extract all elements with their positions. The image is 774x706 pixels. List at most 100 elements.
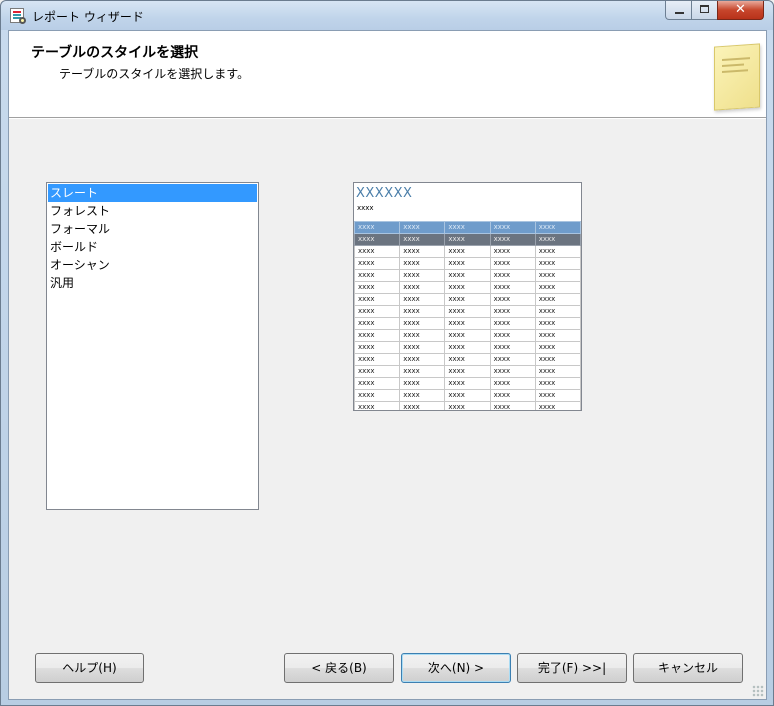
preview-cell: xxxx: [489, 305, 536, 318]
preview-cell: xxxx: [444, 353, 491, 366]
preview-cell: xxxx: [354, 233, 401, 246]
preview-row: xxxx xxxx xxxx xxxx xxxx: [354, 353, 581, 366]
preview-cell: xxxx: [399, 257, 446, 270]
preview-row: xxxx xxxx xxxx xxxx xxxx: [354, 245, 581, 258]
preview-cell: xxxx: [489, 269, 536, 282]
preview-cell: xxxx: [489, 389, 536, 402]
preview-row: xxxx xxxx xxxx xxxx xxxx: [354, 293, 581, 306]
preview-cell: xxxx: [399, 401, 446, 410]
preview-row: xxxx xxxx xxxx xxxx xxxx: [354, 269, 581, 282]
preview-cell: xxxx: [489, 317, 536, 330]
preview-cell: xxxx: [444, 233, 491, 246]
style-list-item[interactable]: スレート: [48, 184, 257, 202]
preview-cell: xxxx: [489, 365, 536, 378]
back-button[interactable]: < 戻る(B): [284, 653, 394, 683]
preview-cell: xxxx: [399, 305, 446, 318]
style-list-item[interactable]: 汎用: [48, 274, 257, 292]
preview-cell: xxxx: [354, 365, 401, 378]
wizard-window: レポート ウィザード ✕ テーブルのスタイルを選択 テーブルのスタイルを選択しま…: [0, 0, 774, 706]
preview-cell: xxxx: [444, 365, 491, 378]
preview-cell: xxxx: [444, 317, 491, 330]
preview-cell: xxxx: [444, 293, 491, 306]
preview-cell: xxxx: [534, 257, 581, 270]
style-list-item[interactable]: フォーマル: [48, 220, 257, 238]
minimize-button[interactable]: [665, 1, 692, 20]
preview-cell: xxxx: [534, 401, 581, 410]
preview-header-row: xxxx xxxx xxxx xxxx xxxx: [354, 233, 581, 246]
preview-cell: xxxx: [399, 329, 446, 342]
maximize-button[interactable]: [691, 1, 718, 20]
preview-table: xxxx xxxx xxxx xxxx xxxx xxxx xxxx xxxx xxxx xxxx…: [354, 221, 581, 410]
style-list-item[interactable]: オーシャン: [48, 256, 257, 274]
preview-cell: xxxx: [534, 353, 581, 366]
preview-title: XXXXXX: [356, 186, 413, 201]
preview-cell: xxxx: [399, 377, 446, 390]
preview-cell: xxxx: [489, 281, 536, 294]
preview-cell: xxxx: [489, 233, 536, 246]
preview-cell: xxxx: [489, 377, 536, 390]
style-list-item[interactable]: フォレスト: [48, 202, 257, 220]
preview-cell: xxxx: [354, 257, 401, 270]
finish-button[interactable]: 完了(F) >>|: [517, 653, 627, 683]
title-bar[interactable]: レポート ウィザード ✕: [1, 1, 773, 30]
preview-cell: xxxx: [354, 269, 401, 282]
preview-cell: xxxx: [354, 353, 401, 366]
preview-cell: xxxx: [534, 221, 581, 234]
preview-cell: xxxx: [354, 245, 401, 258]
preview-cell: xxxx: [399, 341, 446, 354]
preview-cell: xxxx: [444, 305, 491, 318]
wizard-body: テーブルのスタイルを選択 テーブルのスタイルを選択します。 スレート フォレストフ…: [8, 30, 767, 700]
preview-cell: xxxx: [444, 269, 491, 282]
preview-row: xxxx xxxx xxxx xxxx xxxx: [354, 317, 581, 330]
preview-cell: xxxx: [399, 269, 446, 282]
preview-cell: xxxx: [444, 329, 491, 342]
preview-cell: xxxx: [354, 329, 401, 342]
preview-cell: xxxx: [354, 401, 401, 410]
preview-cell: xxxx: [399, 245, 446, 258]
preview-cell: xxxx: [354, 317, 401, 330]
preview-cell: xxxx: [399, 389, 446, 402]
style-list-item[interactable]: ボールド: [48, 238, 257, 256]
preview-cell: xxxx: [534, 341, 581, 354]
preview-cell: xxxx: [399, 221, 446, 234]
preview-row: xxxx xxxx xxxx xxxx xxxx: [354, 401, 581, 410]
close-button[interactable]: ✕: [717, 1, 764, 20]
preview-cell: xxxx: [534, 305, 581, 318]
preview-cell: xxxx: [534, 377, 581, 390]
window-title: レポート ウィザード: [32, 10, 144, 24]
maximize-icon: [700, 5, 709, 13]
preview-cell: xxxx: [534, 245, 581, 258]
preview-row: xxxx xxxx xxxx xxxx xxxx: [354, 257, 581, 270]
preview-cell: xxxx: [534, 317, 581, 330]
next-button[interactable]: 次へ(N) >: [401, 653, 511, 683]
minimize-icon: [675, 12, 684, 14]
preview-cell: xxxx: [444, 377, 491, 390]
preview-cell: xxxx: [489, 329, 536, 342]
preview-cell: xxxx: [489, 341, 536, 354]
preview-cell: xxxx: [534, 329, 581, 342]
preview-cell: xxxx: [354, 377, 401, 390]
cancel-button[interactable]: キャンセル: [633, 653, 743, 683]
preview-cell: xxxx: [354, 389, 401, 402]
preview-cell: xxxx: [399, 233, 446, 246]
page-title: テーブルのスタイルを選択: [31, 45, 199, 61]
preview-cell: xxxx: [489, 257, 536, 270]
preview-cell: xxxx: [354, 293, 401, 306]
preview-cell: xxxx: [354, 221, 401, 234]
wizard-document-icon: [714, 43, 760, 111]
resize-grip[interactable]: [752, 685, 764, 697]
preview-cell: xxxx: [444, 281, 491, 294]
preview-row: xxxx xxxx xxxx xxxx xxxx: [354, 377, 581, 390]
preview-cell: xxxx: [354, 281, 401, 294]
preview-cell: xxxx: [534, 389, 581, 402]
preview-cell: xxxx: [399, 317, 446, 330]
preview-cell: xxxx: [489, 353, 536, 366]
preview-cell: xxxx: [534, 281, 581, 294]
preview-cell: xxxx: [489, 245, 536, 258]
table-style-list[interactable]: スレート フォレスト フォーマル ボールド オーシャン 汎用: [46, 182, 259, 510]
preview-cell: xxxx: [354, 305, 401, 318]
preview-cell: xxxx: [489, 221, 536, 234]
help-button[interactable]: ヘルプ(H): [35, 653, 144, 683]
preview-cell: xxxx: [534, 233, 581, 246]
preview-cell: xxxx: [444, 221, 491, 234]
